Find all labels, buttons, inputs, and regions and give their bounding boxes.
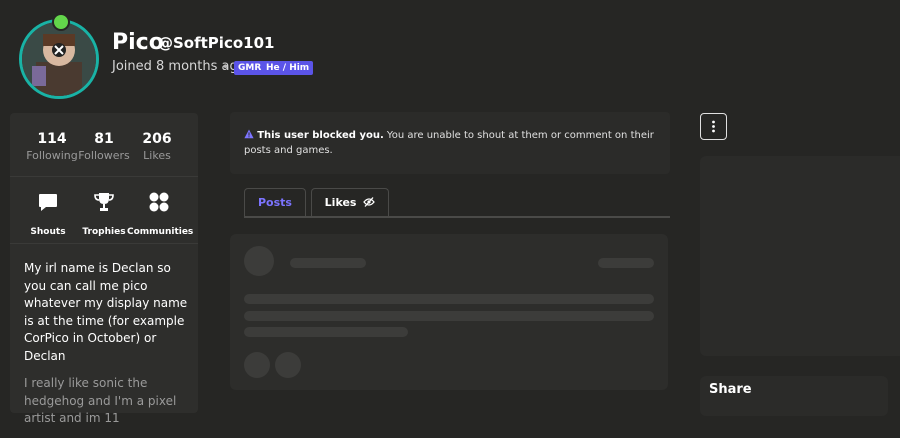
skeleton-avatar [244, 246, 274, 276]
post-skeleton [230, 234, 668, 390]
skeleton-avatar [275, 352, 301, 378]
tabs-underline [244, 216, 670, 218]
alert-title: This user blocked you. [257, 130, 384, 141]
blocked-alert: This user blocked you. You are unable to… [230, 112, 670, 174]
communities-button[interactable]: Communities [127, 191, 194, 238]
skeleton-line [244, 327, 408, 337]
bio-paragraph: I really like sonic the hedgehog and I'm… [24, 376, 177, 425]
pronoun-badge: He / Him [262, 61, 314, 75]
tab-label: Posts [258, 196, 292, 209]
stat-value: 114 [37, 131, 67, 147]
bio-paragraph: My irl name is Declan so you can call me… [24, 261, 188, 363]
skeleton-line [290, 258, 366, 268]
more-options-button[interactable] [700, 113, 727, 140]
stat-followers[interactable]: 81 Followers [74, 131, 134, 162]
avatar[interactable] [19, 13, 99, 99]
eye-slash-icon [363, 197, 376, 207]
stat-label: Following [26, 149, 78, 162]
avatar-status-badge [52, 13, 70, 31]
skeleton-avatar [244, 352, 270, 378]
stat-value: 81 [94, 131, 114, 147]
chat-bubble-icon [39, 194, 57, 211]
profile-tabs: Posts Likes [244, 188, 670, 218]
stat-label: Followers [78, 149, 130, 162]
shouts-label: Shouts [30, 227, 66, 237]
skeleton-line [244, 294, 654, 304]
tab-posts[interactable]: Posts [244, 188, 306, 217]
separator-dot: • [222, 60, 230, 74]
divider [10, 243, 198, 244]
stat-following[interactable]: 114 Following [22, 131, 82, 162]
profile-sidebar: 114 Following 81 Followers 206 Likes Sho… [10, 113, 198, 425]
right-panel-placeholder [700, 156, 900, 356]
stat-value: 206 [142, 131, 172, 147]
alert-text: This user blocked you. You are unable to… [244, 128, 654, 158]
communities-label: Communities [127, 227, 194, 237]
shouts-button[interactable]: Shouts [16, 191, 80, 238]
bio: My irl name is Declan so you can call me… [24, 260, 188, 438]
trophy-icon [94, 193, 114, 211]
share-title: Share [709, 382, 752, 397]
warning-icon [244, 129, 254, 139]
tab-label: Likes [324, 196, 357, 209]
trophies-label: Trophies [82, 227, 126, 237]
gmr-badge: GMR [234, 61, 266, 75]
kebab-menu-icon [712, 120, 715, 133]
user-handle: @SoftPico101 [158, 34, 275, 52]
skeleton-line [244, 311, 654, 321]
divider [10, 176, 198, 177]
avatar-image [22, 22, 96, 96]
stat-likes[interactable]: 206 Likes [127, 131, 187, 162]
share-card: Share [700, 376, 888, 416]
display-name: Pico [112, 30, 164, 55]
communities-icon [149, 192, 169, 212]
stat-label: Likes [143, 149, 171, 162]
avatar-ring [19, 19, 99, 99]
tab-likes[interactable]: Likes [311, 188, 389, 217]
profile-header: Pico @SoftPico101 Joined 8 months ago • … [0, 0, 900, 100]
skeleton-line [598, 258, 654, 268]
